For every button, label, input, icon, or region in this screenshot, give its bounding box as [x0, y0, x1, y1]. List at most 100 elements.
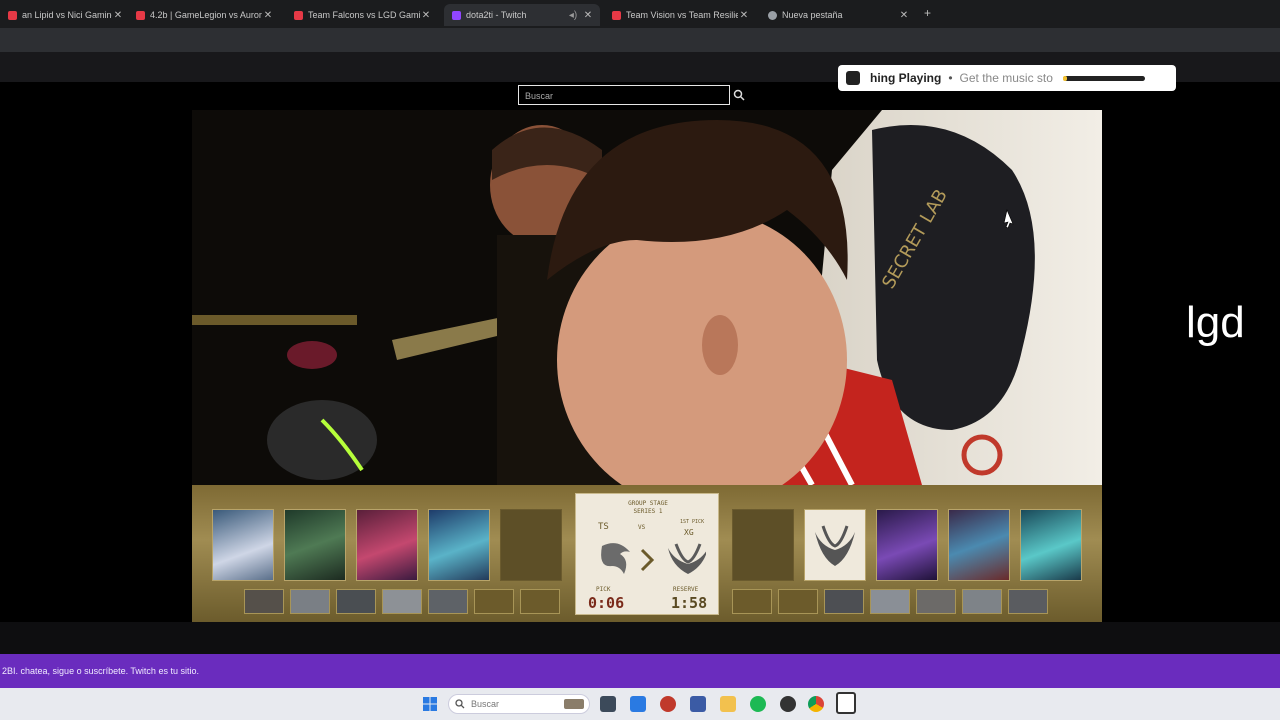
browser-tab[interactable]: Nueva pestaña ✕ [760, 4, 916, 26]
separator-dot: • [948, 71, 953, 85]
hero-ban-left-5 [428, 589, 468, 614]
close-icon[interactable]: ✕ [738, 10, 750, 21]
chrome-icon[interactable] [808, 696, 824, 712]
hero-ban-right-2 [870, 589, 910, 614]
tab-title: Team Vision vs Team Resilience [626, 10, 738, 20]
close-icon[interactable]: ✕ [582, 10, 594, 21]
browser-tab[interactable]: an Lipid vs Nici Gaming - T ✕ [0, 4, 130, 26]
stage-label: GROUP STAGE SERIES 1 [576, 500, 720, 516]
hero-ban-right-3 [916, 589, 956, 614]
close-icon[interactable]: ✕ [898, 10, 910, 21]
windows-start-icon[interactable] [422, 696, 438, 712]
promo-prefix: 2BI. [2, 666, 19, 676]
tab-favicon-icon [8, 10, 17, 20]
promo-text: 2BI. chatea, sigue o suscríbete. Twitch … [2, 666, 199, 676]
hero-pick-left-2 [284, 509, 346, 581]
tab-title: dota2ti - Twitch [466, 10, 527, 20]
team-left-tag: TS [598, 522, 609, 532]
close-icon[interactable]: ✕ [262, 10, 274, 21]
browser-tab[interactable]: Team Falcons vs LGD Gaming - ✕ [286, 4, 438, 26]
hero-pick-left-1 [212, 509, 274, 581]
side-overlay-text: lgd [1186, 298, 1245, 347]
twitch-favicon-icon [452, 10, 461, 20]
new-tab-button[interactable]: + [924, 6, 931, 20]
windows-taskbar: Buscar [0, 688, 1280, 720]
app-red-icon[interactable] [660, 696, 676, 712]
search-button[interactable] [730, 85, 748, 105]
close-icon[interactable]: ✕ [420, 10, 432, 21]
app-dark-icon[interactable] [780, 696, 796, 712]
hero-pick-right-4 [948, 509, 1010, 581]
team-left-logo-icon [601, 543, 630, 574]
tab-title: 4.2b | GameLegion vs Aurora [150, 10, 262, 20]
search-icon [455, 699, 465, 709]
browser-tab-active[interactable]: dota2ti - Twitch ◂) ✕ [444, 4, 600, 26]
widgets-icon[interactable] [630, 696, 646, 712]
stage-text: GROUP STAGE [628, 500, 668, 507]
task-view-icon[interactable] [600, 696, 616, 712]
search-highlight-icon [564, 699, 584, 709]
pick-timer: 0:06 [588, 594, 625, 612]
reserve-label: RESERVE [673, 586, 699, 593]
browser-tab[interactable]: 4.2b | GameLegion vs Aurora ✕ [128, 4, 280, 26]
hero-ban-right-5 [1008, 589, 1048, 614]
tab-title: Team Falcons vs LGD Gaming - [308, 10, 420, 20]
hero-ban-left-empty [520, 589, 560, 614]
search-icon [733, 89, 745, 101]
twitch-promo-banner[interactable]: 2BI. chatea, sigue o suscríbete. Twitch … [0, 654, 1280, 688]
teams-icon[interactable] [690, 696, 706, 712]
tab-title: an Lipid vs Nici Gaming - T [22, 10, 112, 20]
first-pick-label: 1ST PICK [680, 519, 705, 525]
tab-favicon-icon [612, 10, 621, 20]
stream-video[interactable]: SECRET LAB [192, 110, 1102, 485]
hero-pick-right-3 [876, 509, 938, 581]
music-progress-bar [1062, 75, 1145, 81]
hero-ban-right-empty [732, 589, 772, 614]
close-icon[interactable]: ✕ [112, 10, 124, 21]
hero-pick-left-empty [500, 509, 562, 581]
music-app-icon [846, 71, 860, 85]
draft-center-panel: GROUP STAGE SERIES 1 TS VS 1ST PICK XG P… [575, 493, 719, 615]
tab-favicon-icon [136, 10, 145, 20]
hero-ban-left-4 [382, 589, 422, 614]
arrow-right-icon [640, 548, 655, 572]
hero-ban-right-empty [778, 589, 818, 614]
now-playing-title: hing Playing [870, 71, 942, 85]
now-playing-widget: hing Playing • Get the music sto [838, 65, 1176, 91]
active-app-icon[interactable] [836, 692, 856, 714]
team-right-logo-icon [815, 525, 855, 566]
search-bar: Buscar [518, 85, 750, 107]
hero-ban-left-1 [244, 589, 284, 614]
vs-label: VS [638, 524, 646, 531]
hero-ban-left-2 [290, 589, 330, 614]
hero-pick-right-empty [732, 509, 794, 581]
browser-tab-bar: an Lipid vs Nici Gaming - T ✕ 4.2b | Gam… [0, 0, 1280, 28]
player-camera-image: SECRET LAB [192, 110, 1102, 485]
search-input[interactable]: Buscar [518, 85, 730, 105]
hero-pick-right-5 [1020, 509, 1082, 581]
team-logos [601, 543, 706, 574]
hero-ban-right-4 [962, 589, 1002, 614]
browser-toolbar: ⊞ [0, 28, 1280, 77]
draft-panel: GROUP STAGE SERIES 1 TS VS 1ST PICK XG P… [192, 485, 1102, 622]
file-explorer-icon[interactable] [720, 696, 736, 712]
spotify-icon[interactable] [750, 696, 766, 712]
promo-message: chatea, sigue o suscríbete. Twitch es tu… [20, 666, 199, 676]
hero-pick-left-4 [428, 509, 490, 581]
team-right-tag: XG [684, 528, 694, 537]
now-playing-subtitle: Get the music sto [959, 71, 1053, 85]
pick-label: PICK [596, 586, 611, 593]
series-text: SERIES 1 [633, 508, 663, 515]
hero-pick-right-placeholder [804, 509, 866, 581]
reserve-timer: 1:58 [671, 594, 708, 612]
team-right-logo-icon [668, 543, 706, 574]
globe-icon [768, 10, 777, 20]
stream-info-bar [0, 622, 1280, 654]
hero-pick-left-3 [356, 509, 418, 581]
speaker-icon[interactable]: ◂) [566, 10, 580, 21]
tab-favicon-icon [294, 10, 303, 20]
browser-tab[interactable]: Team Vision vs Team Resilience ✕ [604, 4, 756, 26]
hero-ban-left-empty [474, 589, 514, 614]
tab-title: Nueva pestaña [782, 10, 843, 20]
hero-ban-right-1 [824, 589, 864, 614]
